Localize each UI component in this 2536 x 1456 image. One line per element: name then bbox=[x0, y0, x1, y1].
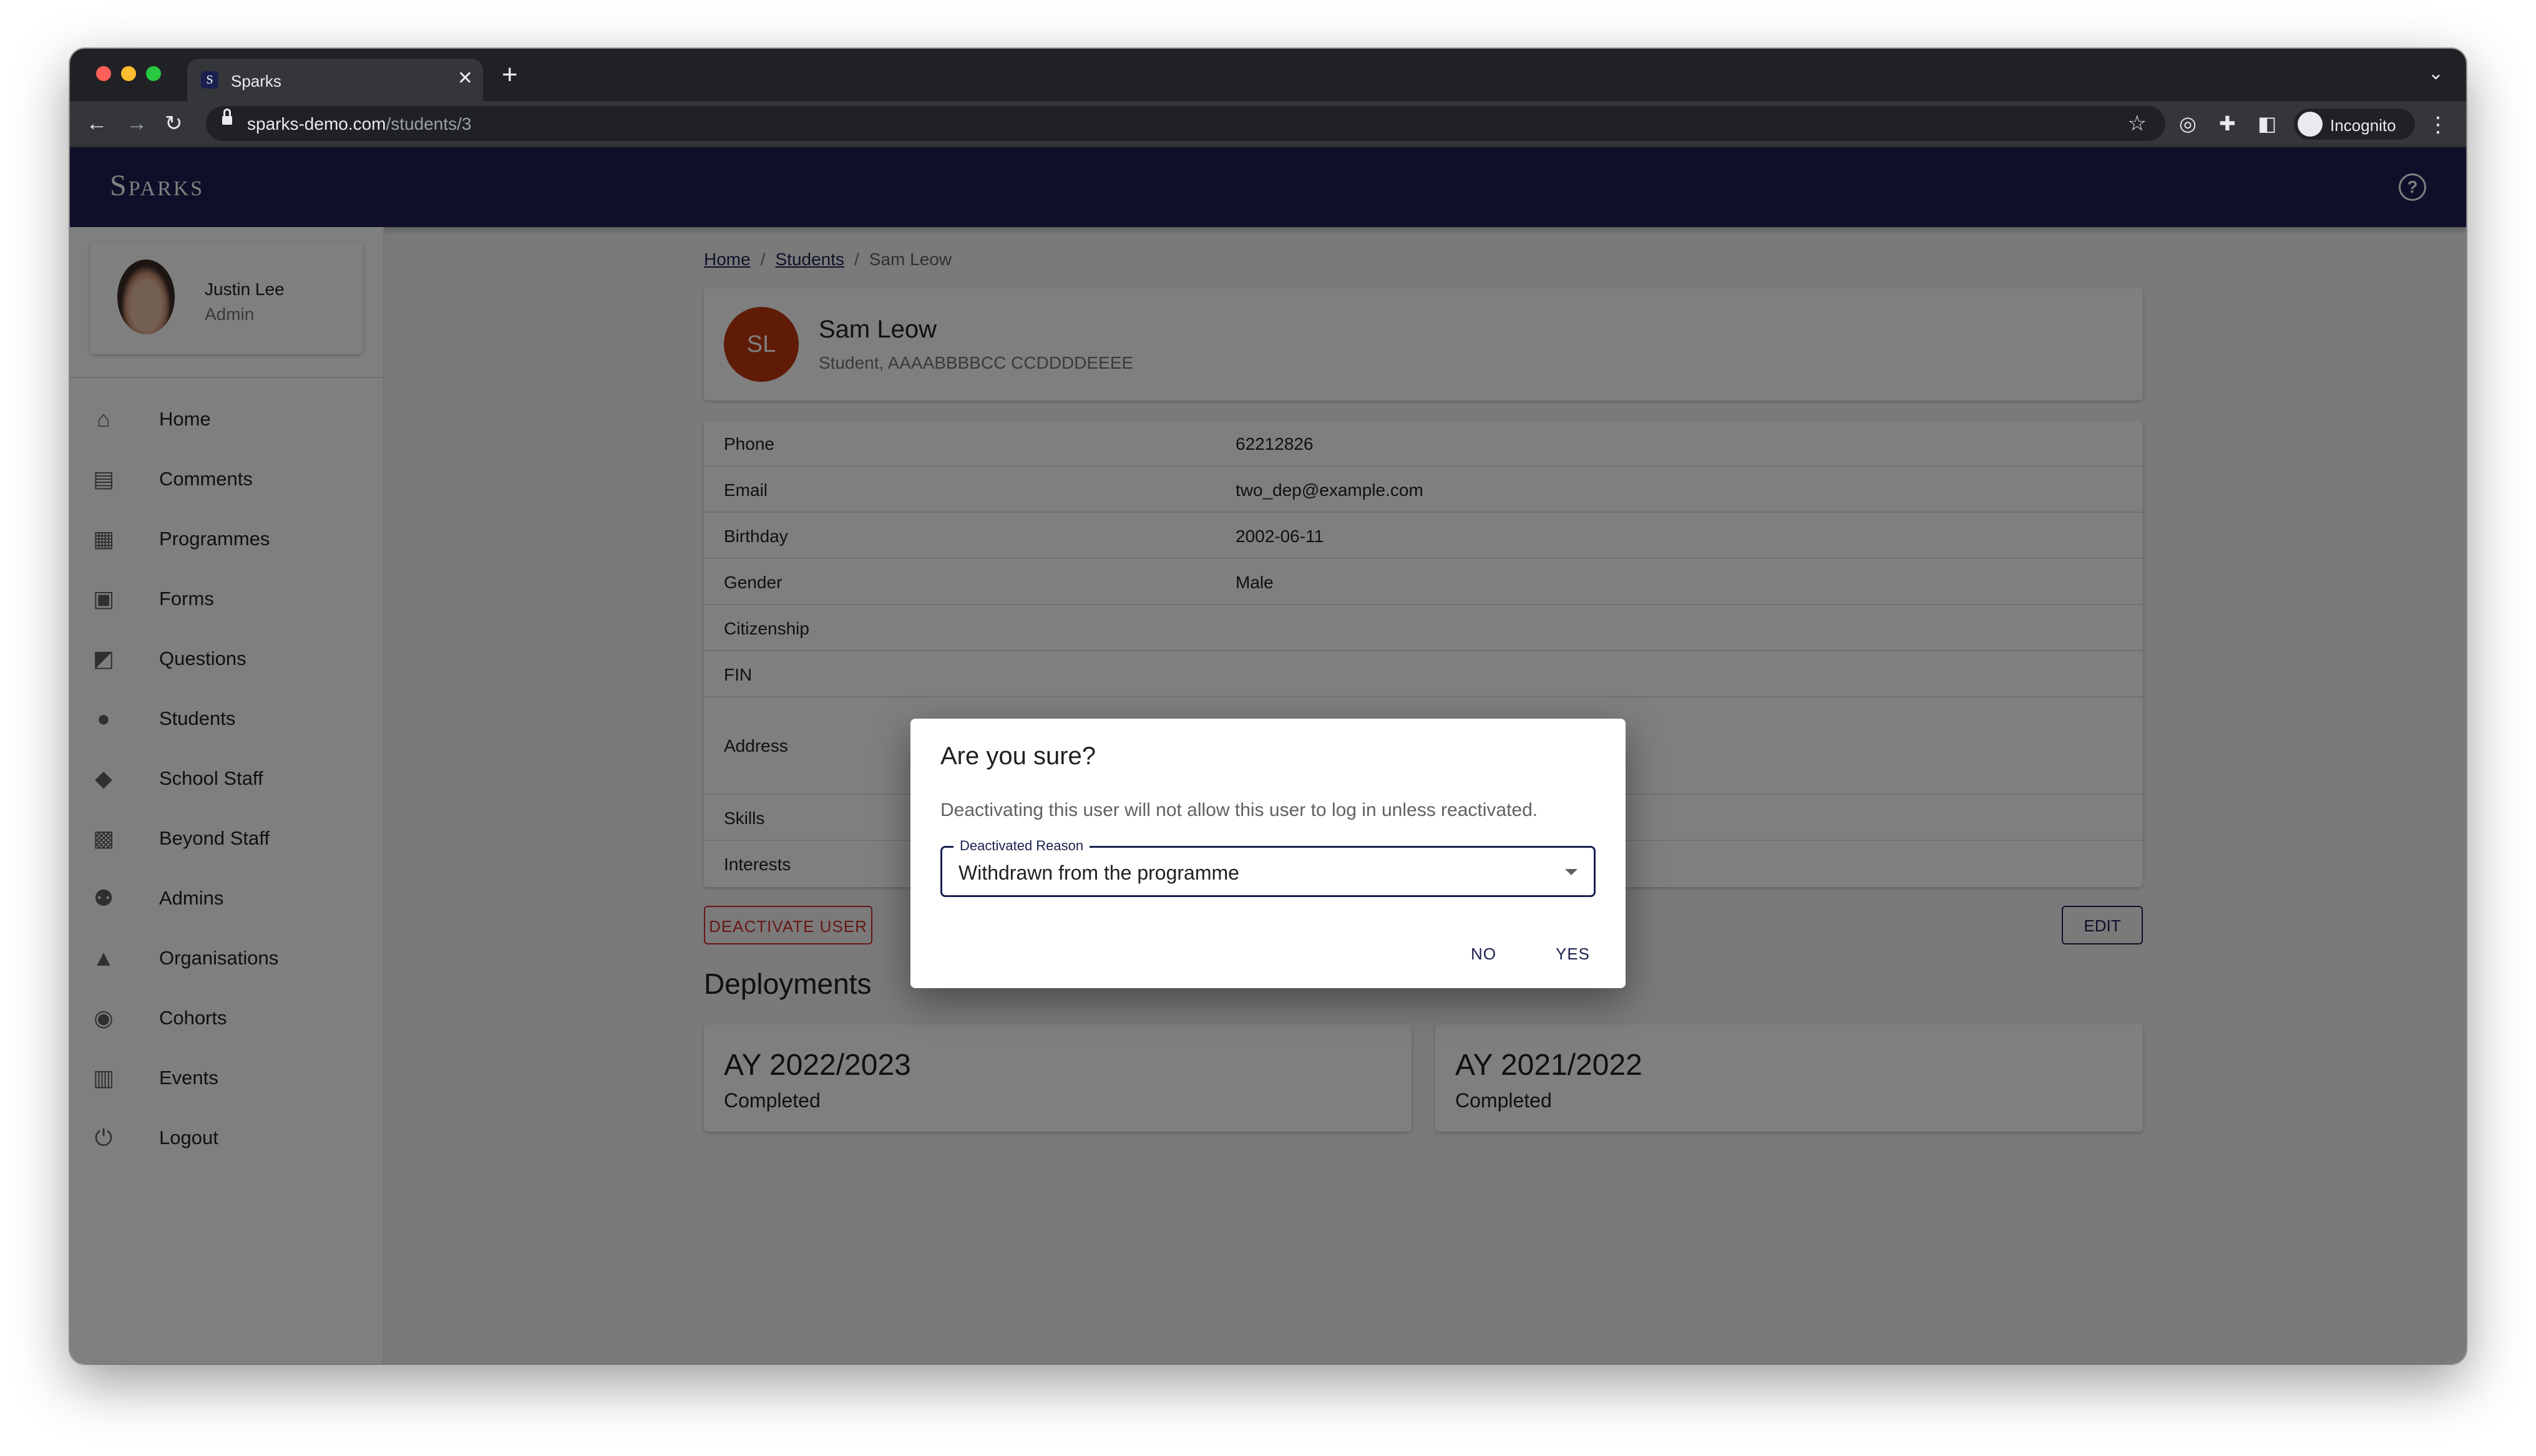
side-panel-icon[interactable]: ◧ bbox=[2258, 111, 2276, 136]
browser-toolbar: ← → ↻ sparks-demo.com/students/3 ☆ ◎ ✚ ◧… bbox=[70, 101, 2466, 147]
browser-window: S Sparks ✕ + ⌄ ← → ↻ sparks-demo.com/stu… bbox=[70, 49, 2466, 1364]
select-value: Withdrawn from the programme bbox=[958, 861, 1239, 884]
extensions-puzzle-icon[interactable]: ✚ bbox=[2219, 111, 2236, 136]
lock-icon bbox=[222, 109, 232, 125]
incognito-label: Incognito bbox=[2330, 116, 2396, 135]
select-label: Deactivated Reason bbox=[953, 838, 1090, 854]
incognito-profile-button[interactable]: Incognito bbox=[2294, 109, 2415, 140]
maximize-window-button[interactable] bbox=[146, 66, 161, 81]
close-window-button[interactable] bbox=[96, 66, 111, 81]
back-icon[interactable]: ← bbox=[86, 110, 107, 137]
deactivated-reason-select[interactable]: Deactivated Reason Withdrawn from the pr… bbox=[940, 838, 1596, 897]
confirm-dialog: Are you sure? Deactivating this user wil… bbox=[910, 719, 1626, 988]
dropdown-arrow-icon bbox=[1565, 869, 1578, 875]
reload-icon[interactable]: ↻ bbox=[165, 110, 183, 137]
browser-tab-strip: S Sparks ✕ + ⌄ bbox=[70, 49, 2466, 101]
dialog-title: Are you sure? bbox=[940, 742, 1096, 770]
browser-tab[interactable]: S Sparks ✕ bbox=[187, 59, 483, 101]
url-host: sparks-demo.com bbox=[247, 114, 386, 133]
tab-close-icon[interactable]: ✕ bbox=[457, 67, 473, 90]
favicon-icon: S bbox=[201, 71, 218, 89]
tab-search-chevron-icon[interactable]: ⌄ bbox=[2428, 62, 2444, 84]
dialog-message: Deactivating this user will not allow th… bbox=[940, 800, 1538, 820]
address-bar[interactable]: sparks-demo.com/students/3 ☆ bbox=[206, 106, 2165, 141]
browser-menu-icon[interactable]: ⋮ bbox=[2427, 112, 2449, 137]
tab-title: Sparks bbox=[231, 72, 281, 90]
no-button[interactable]: NO bbox=[1471, 944, 1496, 964]
extension-target-icon[interactable]: ◎ bbox=[2179, 111, 2197, 136]
forward-icon[interactable]: → bbox=[126, 110, 147, 137]
app-viewport: Sparks ? Justin Lee Admin ⌂ Home ▤ Comme… bbox=[70, 147, 2466, 1364]
url-text: sparks-demo.com/students/3 bbox=[247, 114, 472, 134]
yes-button[interactable]: YES bbox=[1556, 944, 1590, 964]
incognito-icon bbox=[2298, 112, 2323, 137]
bookmark-star-icon[interactable]: ☆ bbox=[2128, 111, 2147, 136]
minimize-window-button[interactable] bbox=[121, 66, 136, 81]
url-path: /students/3 bbox=[386, 114, 472, 133]
new-tab-icon[interactable]: + bbox=[502, 61, 518, 89]
